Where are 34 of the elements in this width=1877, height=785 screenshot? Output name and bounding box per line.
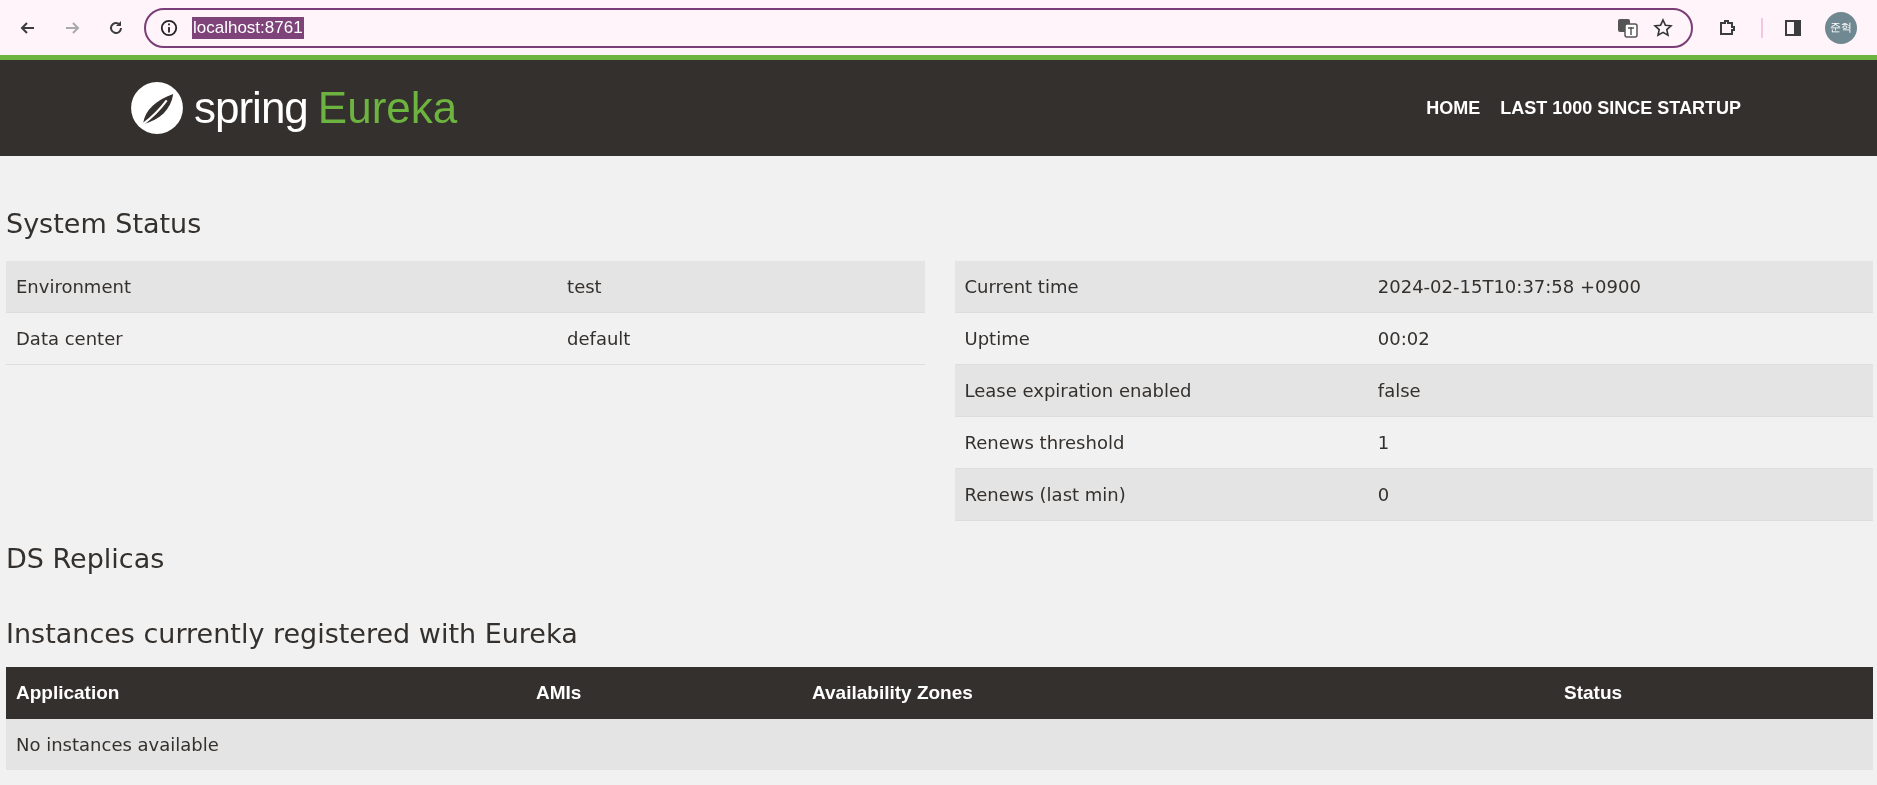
product-text: Eureka: [317, 83, 458, 133]
table-cell: Lease expiration enabled: [954, 364, 1368, 417]
section-title: System Status: [6, 207, 203, 241]
info-icon[interactable]: [160, 18, 178, 37]
nav-link[interactable]: LAST 1000 SINCE STARTUP: [1500, 97, 1741, 119]
url-text: localhost:8761: [192, 16, 304, 39]
table-cell: 0: [1367, 468, 1873, 521]
section-title: DS Replicas: [6, 543, 166, 574]
leaf-icon: [130, 81, 184, 135]
table-cell: Environment: [6, 261, 558, 313]
column-header: Status: [1554, 667, 1873, 719]
table-cell: Data center: [6, 312, 558, 365]
brand-text: spring: [194, 83, 308, 133]
column-header: AMIs: [526, 667, 802, 719]
column-header: Availability Zones: [802, 667, 1554, 719]
table-cell: Renews threshold: [954, 416, 1368, 469]
table-cell: Uptime: [954, 312, 1368, 365]
star-icon[interactable]: [1653, 17, 1673, 38]
table-cell: default: [557, 312, 925, 365]
table-cell: Renews (last min): [954, 468, 1368, 521]
table-cell: Current time: [954, 261, 1368, 313]
puzzle-icon[interactable]: [1717, 17, 1737, 38]
table-cell: test: [557, 261, 925, 313]
section-title: Instances currently registered with Eureka: [6, 618, 579, 649]
address-bar[interactable]: localhost:8761: [144, 7, 1693, 48]
translate-icon[interactable]: [1617, 16, 1639, 39]
table-cell: 1: [1367, 416, 1873, 469]
profile-avatar[interactable]: 준혁: [1825, 11, 1857, 44]
column-header: Application: [6, 667, 526, 719]
side-panel-icon[interactable]: [1783, 17, 1803, 38]
table-cell: 00:02: [1367, 312, 1873, 365]
table-cell: 2024-02-15T10:37:58 +0900: [1367, 261, 1873, 313]
table-cell: false: [1367, 364, 1873, 417]
nav-link[interactable]: HOME: [1426, 97, 1481, 119]
